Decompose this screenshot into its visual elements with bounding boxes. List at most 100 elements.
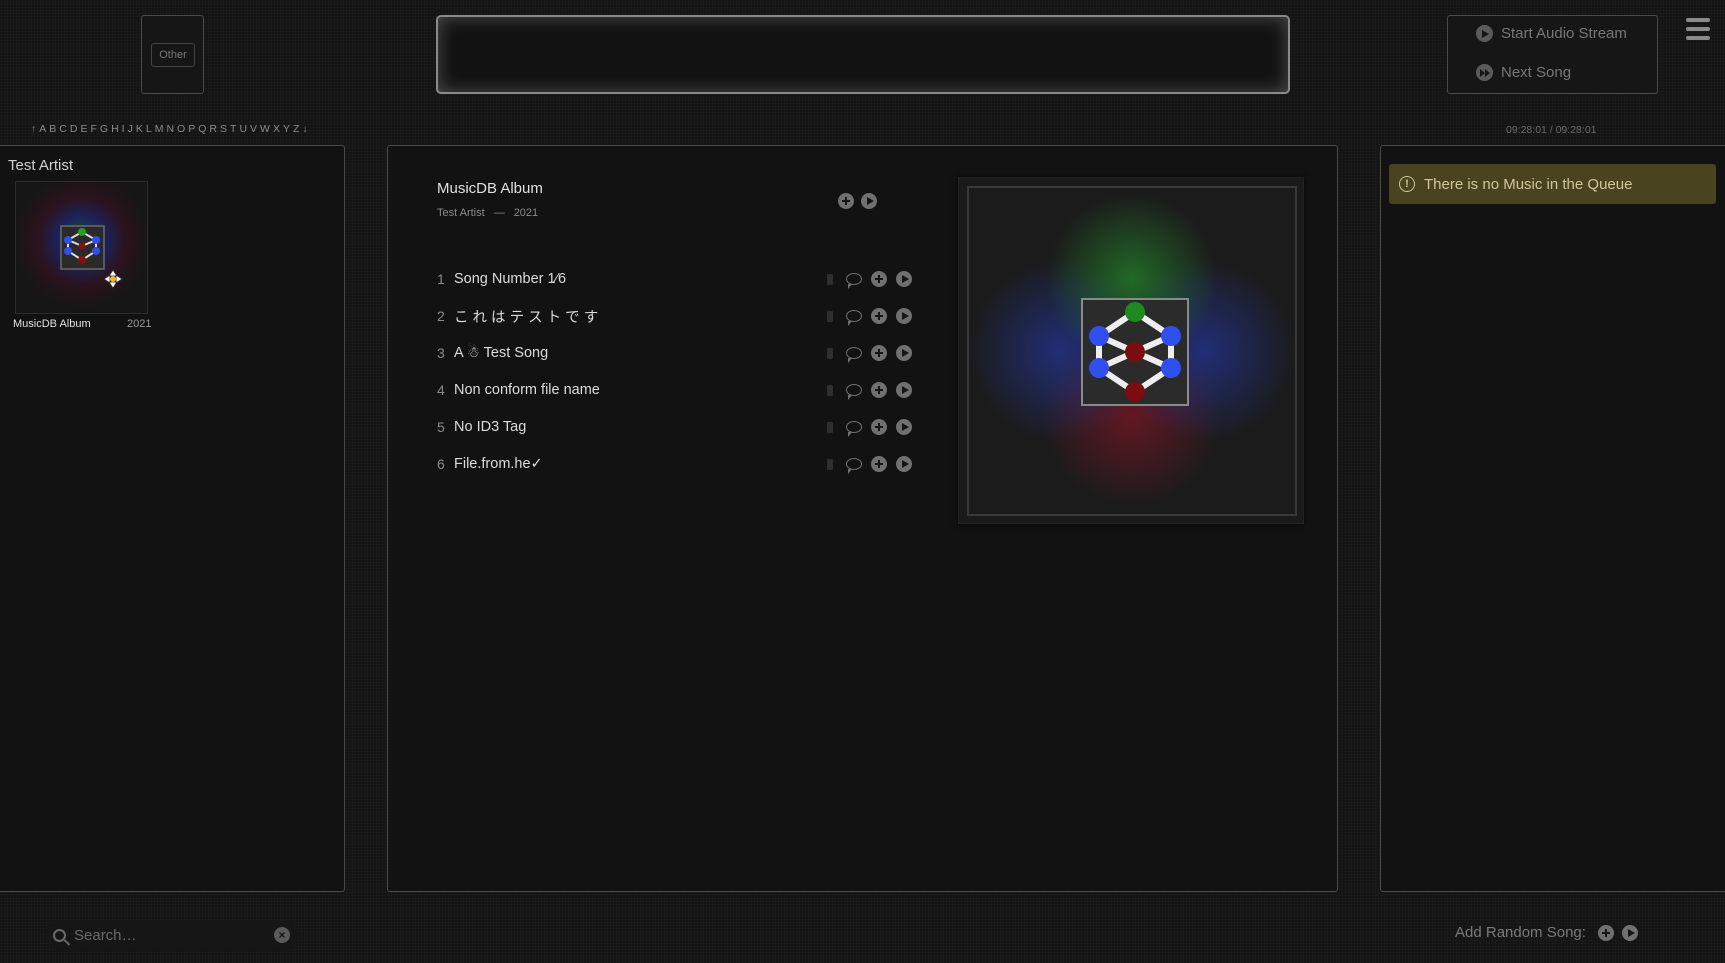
alphabet-letter[interactable]: I: [122, 123, 125, 135]
add-song-icon[interactable]: [871, 382, 887, 398]
song-number: 5: [437, 419, 445, 435]
alphabet-letter[interactable]: K: [136, 123, 143, 135]
song-row[interactable]: 5 No ID3 Tag: [437, 415, 912, 439]
add-song-icon[interactable]: [871, 419, 887, 435]
album-subtitle: Test Artist — 2021: [437, 207, 538, 219]
play-song-icon[interactable]: [896, 456, 912, 472]
start-audio-stream-button[interactable]: Start Audio Stream: [1476, 25, 1627, 42]
play-song-icon[interactable]: [896, 308, 912, 324]
alphabet-letter[interactable]: T: [230, 123, 236, 135]
alphabet-letter[interactable]: C: [59, 123, 67, 135]
song-number: 3: [437, 345, 445, 361]
album-actions: [838, 193, 877, 209]
comment-icon[interactable]: [846, 458, 862, 474]
song-title[interactable]: A ☃ Test Song: [454, 345, 827, 361]
alphabet-letter[interactable]: E: [80, 123, 87, 135]
play-album-icon[interactable]: [861, 193, 877, 209]
alphabet-letter[interactable]: X: [273, 123, 280, 135]
song-level-indicator: [827, 310, 833, 322]
song-level-indicator: [827, 421, 833, 433]
song-number: 2: [437, 308, 445, 324]
song-title[interactable]: Non conform file name: [454, 382, 827, 398]
add-album-to-queue-icon[interactable]: [838, 193, 854, 209]
search-icon: [53, 928, 66, 942]
album-thumbnail-title[interactable]: MusicDB Album: [13, 318, 91, 330]
play-song-icon[interactable]: [896, 382, 912, 398]
song-title[interactable]: こ れ は テ ス ト で す: [454, 306, 827, 327]
play-random-song-icon[interactable]: [1622, 925, 1638, 941]
alphabet-letter[interactable]: Q: [198, 123, 206, 135]
play-icon: [1476, 25, 1493, 42]
genre-button-other[interactable]: Other: [151, 43, 195, 67]
alphabet-letter[interactable]: W: [260, 123, 270, 135]
alphabet-letter[interactable]: O: [177, 123, 185, 135]
song-row[interactable]: 2 こ れ は テ ス ト で す: [437, 304, 912, 328]
song-row[interactable]: 3 A ☃ Test Song: [437, 341, 912, 365]
alphabet-letter[interactable]: B: [49, 123, 56, 135]
artist-name[interactable]: Test Artist: [8, 157, 73, 174]
alphabet-letter[interactable]: H: [111, 123, 119, 135]
alphabet-letter[interactable]: ↑: [31, 123, 36, 135]
alphabet-letter[interactable]: V: [250, 123, 257, 135]
song-number: 4: [437, 382, 445, 398]
alphabet-letter[interactable]: P: [188, 123, 195, 135]
play-song-icon[interactable]: [896, 345, 912, 361]
song-title[interactable]: File.from.he✓: [454, 456, 827, 472]
comment-icon[interactable]: [846, 347, 862, 363]
add-random-song-icon[interactable]: [1598, 925, 1614, 941]
comment-icon[interactable]: [846, 310, 862, 326]
clear-search-icon[interactable]: ×: [274, 927, 290, 943]
song-title[interactable]: Song Number 1⁄6: [454, 271, 827, 287]
musicdb-logo-icon: [1081, 298, 1189, 406]
random-song-actions: [1598, 925, 1638, 941]
alphabet-letter[interactable]: G: [100, 123, 108, 135]
album-cover: [958, 177, 1304, 524]
album-year: 2021: [513, 207, 539, 219]
song-row[interactable]: 6 File.from.he✓: [437, 452, 912, 476]
song-level-indicator: [827, 273, 833, 285]
song-number: 1: [437, 271, 445, 287]
song-row[interactable]: 1 Song Number 1⁄6: [437, 267, 912, 291]
alphabet-letter[interactable]: F: [90, 123, 96, 135]
alphabet-letter[interactable]: N: [166, 123, 174, 135]
genre-panel: Other: [141, 15, 204, 94]
song-level-indicator: [827, 384, 833, 396]
alphabet-letter[interactable]: D: [70, 123, 78, 135]
alphabet-letter[interactable]: Y: [283, 123, 290, 135]
queue-panel: [1380, 145, 1725, 892]
alphabet-letter[interactable]: S: [220, 123, 227, 135]
song-level-indicator: [827, 347, 833, 359]
add-random-song-label: Add Random Song:: [1455, 924, 1586, 941]
song-title[interactable]: No ID3 Tag: [454, 419, 827, 435]
alphabet-letter[interactable]: ↓: [302, 123, 307, 135]
alphabet-letter[interactable]: J: [128, 123, 133, 135]
add-song-icon[interactable]: [871, 456, 887, 472]
hamburger-menu-icon[interactable]: [1686, 18, 1710, 40]
alphabet-letter[interactable]: R: [209, 123, 217, 135]
alphabet-letter[interactable]: Z: [293, 123, 299, 135]
comment-icon[interactable]: [846, 273, 862, 289]
comment-icon[interactable]: [846, 384, 862, 400]
album-artist-link[interactable]: Test Artist: [437, 207, 485, 219]
album-subtitle-separator: —: [493, 207, 505, 219]
alphabet-letter[interactable]: A: [39, 123, 46, 135]
top-display-bar: [436, 15, 1290, 94]
search-input[interactable]: [74, 926, 264, 944]
song-level-indicator: [827, 458, 833, 470]
song-row[interactable]: 4 Non conform file name: [437, 378, 912, 402]
alphabet-letter[interactable]: M: [155, 123, 164, 135]
comment-icon[interactable]: [846, 421, 862, 437]
play-song-icon[interactable]: [896, 419, 912, 435]
add-song-icon[interactable]: [871, 345, 887, 361]
add-song-icon[interactable]: [871, 271, 887, 287]
song-number: 6: [437, 456, 445, 472]
alphabet-letter[interactable]: U: [239, 123, 247, 135]
play-song-icon[interactable]: [896, 271, 912, 287]
queue-empty-notice: ! There is no Music in the Queue: [1389, 164, 1716, 204]
add-song-icon[interactable]: [871, 308, 887, 324]
move-cursor-icon: [103, 269, 123, 289]
album-title: MusicDB Album: [437, 180, 543, 197]
alphabet-letter[interactable]: L: [146, 123, 152, 135]
next-song-button[interactable]: Next Song: [1476, 64, 1571, 81]
album-thumbnail[interactable]: [15, 181, 148, 314]
